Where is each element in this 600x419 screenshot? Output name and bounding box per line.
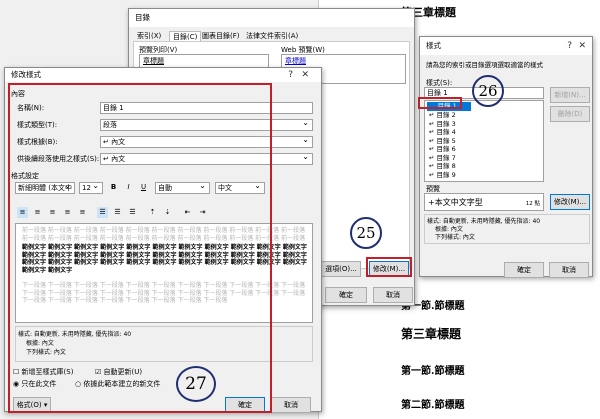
tab-figures[interactable]: 圖表目錄(F): [202, 31, 240, 41]
delete-style-button[interactable]: 刪除(D): [550, 106, 590, 122]
style-instruction: 請為您的索引或目錄選項選取適當的樣式: [426, 61, 543, 69]
highlight-modify-dialog: [8, 83, 272, 413]
preview-item: 章標題: [143, 57, 164, 65]
annotation-26: 26: [472, 75, 504, 107]
toc-ok-button[interactable]: 確定: [325, 287, 367, 303]
modify-dialog-title: 修改樣式: [5, 68, 321, 82]
help-icon[interactable]: ?: [288, 68, 293, 82]
style-dialog-title: 樣式: [420, 37, 592, 55]
web-preview-item[interactable]: 章標題: [285, 56, 306, 66]
modify-cancel-button[interactable]: 取消: [271, 397, 311, 413]
highlight-modify-toc: [366, 257, 412, 277]
toc-cancel-button[interactable]: 取消: [373, 287, 413, 303]
tab-authorities[interactable]: 法律文件索引(A): [246, 31, 298, 41]
style-preview-box: +本文中文字型 12 點: [424, 193, 544, 211]
list-item[interactable]: ↵ 目錄 7: [427, 154, 456, 163]
list-item[interactable]: ↵ 目錄 4: [427, 128, 456, 137]
style-preview-text: +本文中文字型: [428, 198, 483, 207]
new-style-button[interactable]: 新增(N)...: [550, 87, 590, 103]
toc-title: 目錄: [129, 9, 414, 27]
list-item[interactable]: ↵ 目錄 5: [427, 137, 456, 146]
styles-list[interactable]: … 目錄 1 ↵ 目錄 2 ↵ 目錄 3 ↵ 目錄 4 ↵ 目錄 5 ↵ 目錄 …: [424, 100, 544, 182]
close-icon[interactable]: ✕: [301, 68, 309, 82]
tab-index[interactable]: 索引(X): [137, 31, 161, 41]
highlight-toc1: [418, 97, 462, 109]
list-item[interactable]: ↵ 目錄 8: [427, 162, 456, 171]
style-preview-size: 12 點: [525, 201, 540, 207]
list-item[interactable]: ↵ 目錄 3: [427, 120, 456, 129]
style-modify-button[interactable]: 修改(M)...: [550, 194, 590, 210]
style-ok-button[interactable]: 確定: [504, 262, 544, 278]
list-item[interactable]: ↵ 目錄 2: [427, 111, 456, 120]
help-icon[interactable]: ?: [567, 39, 572, 53]
style-dialog: 樣式 ? ✕ 請為您的索引或目錄選項選取適當的樣式 樣式(S): 目錄 1 … …: [419, 36, 593, 278]
list-item[interactable]: ↵ 目錄 9: [427, 171, 456, 180]
list-item[interactable]: ↵ 目錄 6: [427, 145, 456, 154]
doc-heading: 第一節.節標題: [401, 366, 465, 377]
options-button[interactable]: 選項(O)...: [321, 261, 361, 277]
annotation-25: 25: [350, 217, 382, 249]
doc-heading: 第二節.節標題: [401, 400, 465, 411]
annotation-27: 27: [176, 366, 216, 402]
doc-heading: 第三章標題: [401, 327, 462, 341]
close-icon[interactable]: ✕: [578, 39, 586, 53]
style-description: 樣式: 自動更新, 未用時隱藏, 優先指派: 40 根據: 內文 下列樣式: 內…: [424, 214, 590, 244]
style-cancel-button[interactable]: 取消: [549, 262, 589, 278]
